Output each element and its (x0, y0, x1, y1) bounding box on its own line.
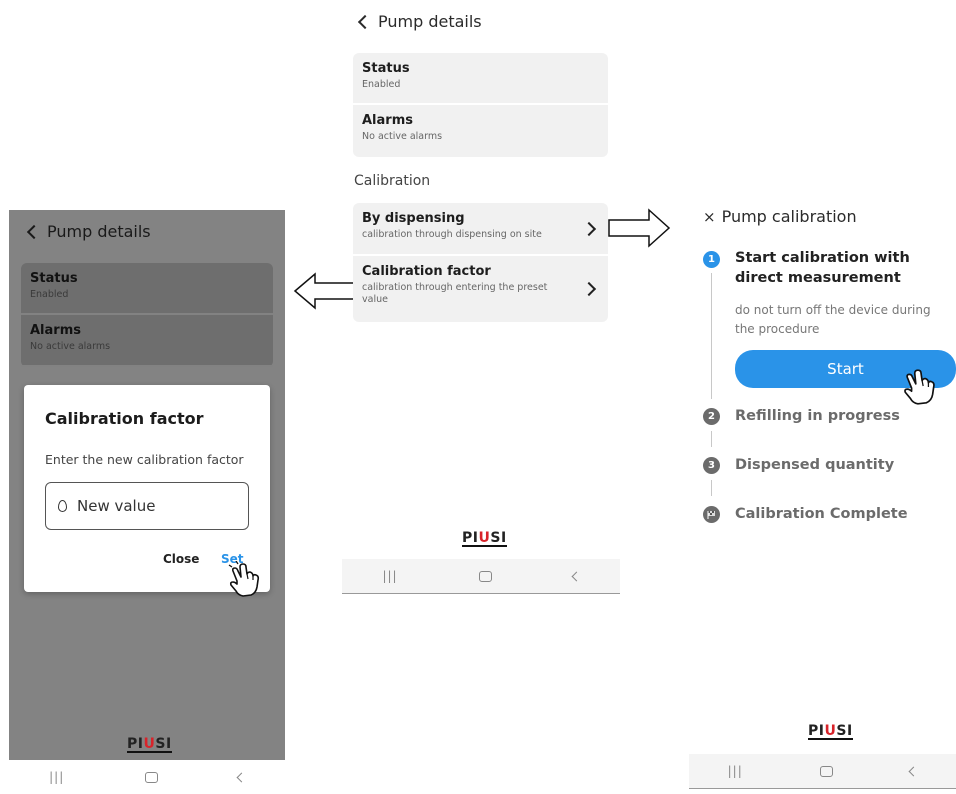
logo-part: U (478, 530, 491, 546)
android-nav-bar: ||| (342, 559, 620, 594)
alarms-row[interactable]: Alarms No active alarms (353, 105, 608, 157)
dialog-message: Enter the new calibration factor (45, 452, 244, 467)
row-title: Status (362, 61, 410, 76)
step-number: 2 (703, 408, 720, 425)
calibration-value-input[interactable]: New value (45, 482, 249, 530)
row-title: Alarms (362, 113, 413, 128)
android-nav-bar: ||| (689, 754, 956, 789)
step-connector (711, 480, 712, 496)
logo-part: PI (808, 723, 825, 739)
row-subtitle: Enabled (362, 79, 401, 90)
status-row[interactable]: Status Enabled (21, 263, 273, 315)
chevron-right-icon (581, 281, 597, 297)
piusi-logo: PIUSI (462, 530, 507, 547)
step-title: Dispensed quantity (735, 457, 895, 473)
logo-part: SI (836, 723, 853, 739)
recent-apps-icon[interactable]: ||| (382, 569, 397, 583)
left-phone-screen: Pump details Status Enabled Alarms No ac… (9, 210, 285, 794)
info-card: Status Enabled Alarms No active alarms (353, 53, 608, 157)
input-placeholder: New value (77, 497, 156, 515)
center-phone-screen: Pump details Status Enabled Alarms No ac… (342, 0, 620, 594)
nav-back-icon[interactable] (236, 772, 247, 782)
logo-part: U (824, 723, 837, 739)
arrow-right-icon (608, 208, 671, 248)
home-icon[interactable] (820, 765, 834, 777)
logo-part: U (143, 736, 156, 752)
chevron-left-icon (357, 14, 373, 29)
calibration-factor-row[interactable]: Calibration factor calibration through e… (353, 256, 608, 322)
close-button[interactable]: Close (163, 552, 199, 566)
piusi-logo: PIUSI (808, 723, 853, 740)
back-button[interactable]: Pump details (25, 222, 151, 241)
back-button[interactable]: Pump details (356, 12, 482, 31)
calibration-section-label: Calibration (354, 173, 431, 189)
back-label: Pump details (47, 222, 151, 241)
step-connector (711, 431, 712, 447)
step-connector (711, 273, 712, 399)
row-title: By dispensing (362, 211, 465, 226)
row-subtitle: No active alarms (30, 341, 111, 352)
status-row[interactable]: Status Enabled (353, 53, 608, 105)
close-button[interactable]: × Pump calibration (703, 207, 857, 226)
by-dispensing-row[interactable]: By dispensing calibration through dispen… (353, 203, 608, 256)
android-nav-bar: ||| (9, 760, 285, 794)
calibration-card: By dispensing calibration through dispen… (353, 203, 608, 322)
piusi-logo: PIUSI (127, 736, 172, 753)
home-icon[interactable] (144, 771, 158, 783)
step-number: 3 (703, 457, 720, 474)
row-title: Alarms (30, 323, 81, 338)
row-title: Status (30, 271, 78, 286)
step-title: Calibration Complete (735, 506, 908, 522)
flag-icon (703, 506, 720, 523)
right-phone-screen: × Pump calibration 1 Start calibration w… (689, 195, 956, 794)
dialog-title: Calibration factor (45, 409, 204, 428)
drop-icon (58, 500, 67, 512)
pointing-hand-icon (904, 369, 935, 405)
pointing-hand-icon (228, 561, 260, 597)
row-title: Calibration factor (362, 264, 491, 279)
logo-part: PI (127, 736, 144, 752)
alarms-row[interactable]: Alarms No active alarms (21, 315, 273, 367)
logo-part: PI (462, 530, 479, 546)
row-subtitle: calibration through entering the preset … (362, 282, 548, 305)
step-number: 1 (703, 251, 720, 268)
step-title: Start calibration with direct measuremen… (735, 250, 910, 286)
calibration-factor-dialog: Calibration factor Enter the new calibra… (24, 385, 270, 597)
step-title: Refilling in progress (735, 408, 900, 424)
back-label: Pump details (378, 12, 482, 31)
nav-back-icon[interactable] (571, 571, 581, 581)
row-subtitle: No active alarms (362, 131, 443, 142)
step-subtitle: do not turn off the device during the pr… (735, 303, 931, 336)
logo-part: SI (490, 530, 507, 546)
nav-back-icon[interactable] (908, 766, 919, 776)
logo-part: SI (155, 736, 172, 752)
chevron-left-icon (26, 224, 42, 239)
recent-apps-icon[interactable]: ||| (728, 764, 743, 778)
screen-title: Pump calibration (721, 207, 857, 226)
recent-apps-icon[interactable]: ||| (49, 770, 64, 784)
home-icon[interactable] (478, 570, 492, 582)
row-subtitle: calibration through dispensing on site (362, 229, 542, 240)
info-card: Status Enabled Alarms No active alarms (21, 263, 273, 367)
row-subtitle: Enabled (30, 289, 69, 300)
close-icon: × (703, 207, 716, 226)
